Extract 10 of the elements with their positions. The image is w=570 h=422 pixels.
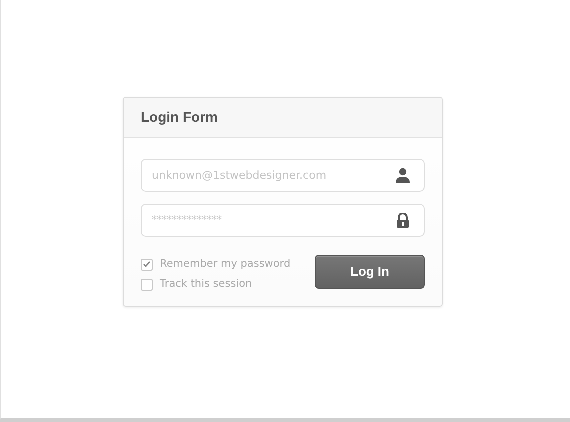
- email-field[interactable]: unknown@1stwebdesigner.com: [141, 159, 425, 192]
- login-button[interactable]: Log In: [315, 255, 425, 289]
- checkbox-label: Remember my password: [160, 257, 291, 272]
- checkbox[interactable]: [141, 278, 153, 291]
- form-title: Login Form: [141, 108, 218, 127]
- checkbox-label: Track this session: [160, 276, 252, 292]
- padlock-icon: [396, 213, 410, 228]
- user-icon: [395, 168, 411, 183]
- checkbox[interactable]: [141, 258, 153, 271]
- password-field[interactable]: **************: [141, 204, 425, 237]
